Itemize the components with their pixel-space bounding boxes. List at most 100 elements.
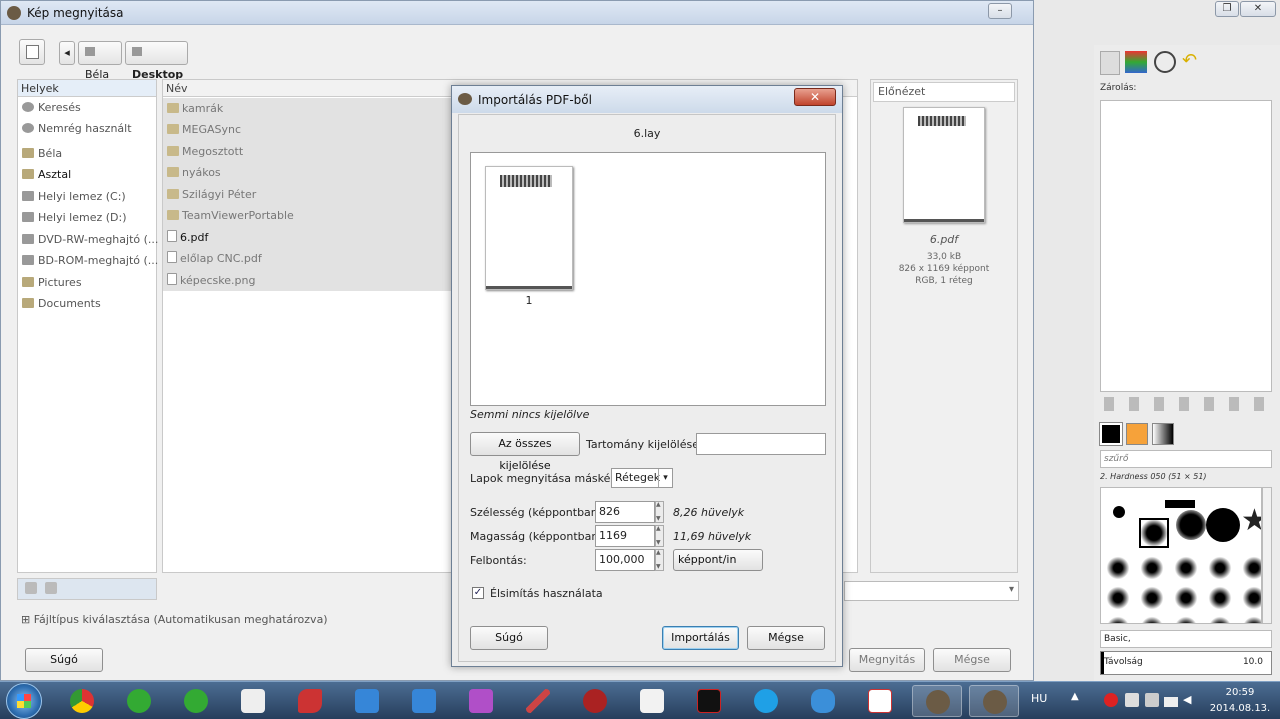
file-row[interactable]: képecske.png	[167, 270, 255, 291]
brush-scrollbar[interactable]	[1262, 487, 1272, 624]
height-inches: 11,69 hüvelyk	[673, 530, 752, 543]
width-input[interactable]: 826	[595, 501, 655, 523]
undo-tab[interactable]: ↶	[1182, 51, 1204, 73]
add-place-icon[interactable]	[25, 582, 37, 594]
tray-power-icon[interactable]	[1145, 693, 1159, 707]
pickit2-icon	[697, 689, 721, 713]
taskbar-gimp2[interactable]	[969, 685, 1019, 717]
place-item[interactable]: DVD-RW-meghajtó (...	[22, 230, 158, 250]
windows-logo-icon	[17, 694, 31, 708]
window-close-button[interactable]: ✕	[1240, 1, 1276, 17]
restore-button[interactable]: ❐	[1215, 1, 1239, 17]
place-item-selected[interactable]: Asztal	[22, 165, 71, 185]
remove-place-icon[interactable]	[45, 582, 57, 594]
tray-app-icon[interactable]	[1125, 693, 1139, 707]
taskbar-app-network[interactable]	[798, 685, 848, 717]
width-spinner[interactable]	[655, 501, 664, 523]
path-desktop-button[interactable]: Desktop	[125, 41, 188, 81]
language-indicator[interactable]: HU	[1031, 692, 1047, 705]
filetype-dropdown[interactable]: ▾	[844, 581, 1019, 601]
file-row[interactable]: nyákos	[167, 162, 221, 183]
pattern-tab[interactable]	[1126, 423, 1148, 445]
file-row[interactable]: MEGASync	[167, 119, 241, 140]
window-titlebar[interactable]: Kép megnyitása –	[1, 1, 1033, 25]
distance-slider[interactable]: Távolság 10.0	[1100, 651, 1272, 675]
dialog-cancel-button[interactable]: Mégse	[747, 626, 825, 650]
place-item[interactable]: Documents	[22, 294, 101, 314]
file-row[interactable]: kamrák	[167, 98, 223, 119]
taskbar-app-green2[interactable]	[171, 685, 221, 717]
brush-grid[interactable]: ★	[1100, 487, 1262, 624]
help-button[interactable]: Súgó	[25, 648, 103, 672]
tray-volume-icon[interactable]: ◀	[1183, 693, 1197, 707]
start-button[interactable]	[6, 683, 42, 719]
select-all-button[interactable]: Az összes kijelölése	[470, 432, 580, 472]
taskbar-chrome[interactable]	[57, 685, 107, 717]
dialog-titlebar[interactable]: Importálás PDF-ből ✕	[452, 86, 842, 113]
height-spinner[interactable]	[655, 525, 664, 547]
place-item[interactable]: Béla	[22, 144, 62, 164]
doc-name: 6.lay	[633, 127, 661, 140]
places-header[interactable]: Helyek	[18, 80, 156, 97]
taskbar-app-pen[interactable]	[513, 685, 563, 717]
height-input[interactable]: 1169	[595, 525, 655, 547]
tray-mega-icon[interactable]	[1104, 693, 1118, 707]
taskbar-gimp1[interactable]	[912, 685, 962, 717]
layers-tab[interactable]	[1100, 51, 1120, 75]
taskbar-app-red[interactable]	[285, 685, 335, 717]
import-button[interactable]: Importálás	[662, 626, 739, 650]
antialias-label[interactable]: Élsimítás használata	[490, 587, 603, 600]
distance-label: Távolság	[1104, 657, 1143, 667]
parsic-icon	[241, 689, 265, 713]
place-item[interactable]: BD-ROM-meghajtó (...	[22, 251, 158, 271]
file-row[interactable]: Megosztott	[167, 141, 243, 162]
range-input[interactable]	[696, 433, 826, 455]
file-row-selected[interactable]: 6.pdf	[167, 227, 208, 248]
dialog-help-button[interactable]: Súgó	[470, 626, 548, 650]
tray-network-icon[interactable]	[1164, 693, 1178, 707]
taskbar-app-blue1[interactable]	[342, 685, 392, 717]
place-item[interactable]: Helyi lemez (C:)	[22, 187, 126, 207]
taskbar-app-green1[interactable]	[114, 685, 164, 717]
place-item[interactable]: Pictures	[22, 273, 82, 293]
edit-location-button[interactable]	[19, 39, 45, 65]
clock-date[interactable]: 2014.08.13.	[1200, 703, 1280, 714]
path-back-button[interactable]: ◂	[59, 41, 75, 65]
page-selector[interactable]: 1	[470, 152, 826, 406]
open-pages-as-select[interactable]: Rétegek ▾	[611, 468, 673, 488]
show-hidden-icons[interactable]: ▲	[1071, 691, 1079, 702]
cancel-button[interactable]: Mégse	[933, 648, 1011, 672]
paths-tab[interactable]	[1154, 51, 1176, 73]
place-item[interactable]: Keresés	[22, 98, 81, 118]
minimize-button[interactable]: –	[988, 3, 1012, 19]
taskbar-pdf[interactable]	[855, 685, 905, 717]
file-row[interactable]: előlap CNC.pdf	[167, 248, 262, 269]
taskbar-app-purple[interactable]	[456, 685, 506, 717]
taskbar-app-blue2[interactable]	[399, 685, 449, 717]
brush-set-dropdown[interactable]: Basic,	[1100, 630, 1272, 648]
file-row[interactable]: TeamViewerPortable	[167, 205, 294, 226]
antialias-checkbox[interactable]: ✓	[472, 587, 484, 599]
resolution-spinner[interactable]	[655, 549, 664, 571]
brush-filter-field[interactable]: szűrő	[1100, 450, 1272, 468]
taskbar-app-bug[interactable]	[570, 685, 620, 717]
brush-tab[interactable]	[1099, 422, 1123, 446]
place-item[interactable]: Helyi lemez (D:)	[22, 208, 127, 228]
page-thumbnail[interactable]	[485, 166, 573, 290]
resolution-input[interactable]: 100,000	[595, 549, 655, 571]
taskbar-cnc-usb[interactable]	[627, 685, 677, 717]
file-row[interactable]: Szilágyi Péter	[167, 184, 256, 205]
taskbar-skype[interactable]	[741, 685, 791, 717]
gimp-icon	[7, 6, 21, 20]
channels-tab[interactable]	[1125, 51, 1147, 73]
gradient-tab[interactable]	[1152, 423, 1174, 445]
clock-time[interactable]: 20:59	[1200, 687, 1280, 698]
path-user-button[interactable]: Béla	[78, 41, 122, 81]
open-button[interactable]: Megnyitás	[849, 648, 925, 672]
taskbar-parsic[interactable]	[228, 685, 278, 717]
close-icon[interactable]: ✕	[794, 88, 836, 106]
place-item[interactable]: Nemrég használt	[22, 119, 132, 139]
resolution-unit-select[interactable]: képpont/in	[673, 549, 763, 571]
filetype-expander[interactable]: ⊞ Fájltípus kiválasztása (Automatikusan …	[21, 613, 328, 626]
taskbar-pickit2[interactable]	[684, 685, 734, 717]
